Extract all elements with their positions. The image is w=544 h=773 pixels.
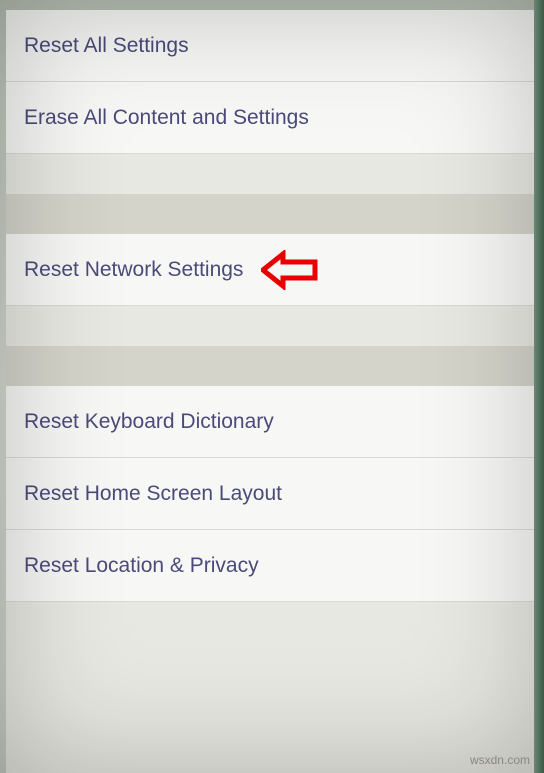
group-gap-2 [6, 346, 536, 386]
reset-keyboard-dictionary-label: Reset Keyboard Dictionary [24, 410, 274, 434]
pointer-arrow-icon [261, 250, 321, 290]
settings-reset-screen: Reset All Settings Erase All Content and… [6, 10, 536, 773]
reset-location-privacy-label: Reset Location & Privacy [24, 554, 259, 578]
reset-group-2: Reset Network Settings [6, 234, 536, 306]
reset-group-1: Reset All Settings Erase All Content and… [6, 10, 536, 154]
reset-location-privacy-item[interactable]: Reset Location & Privacy [6, 530, 536, 602]
reset-group-3: Reset Keyboard Dictionary Reset Home Scr… [6, 386, 536, 602]
erase-all-content-label: Erase All Content and Settings [24, 106, 309, 130]
group-gap-1 [6, 194, 536, 234]
reset-all-settings-label: Reset All Settings [24, 34, 189, 58]
reset-keyboard-dictionary-item[interactable]: Reset Keyboard Dictionary [6, 386, 536, 458]
watermark: wsxdn.com [470, 753, 530, 767]
phone-frame: Reset All Settings Erase All Content and… [0, 0, 544, 773]
reset-network-settings-label: Reset Network Settings [24, 258, 243, 282]
phone-edge [534, 0, 544, 773]
reset-all-settings-item[interactable]: Reset All Settings [6, 10, 536, 82]
reset-home-screen-layout-item[interactable]: Reset Home Screen Layout [6, 458, 536, 530]
erase-all-content-item[interactable]: Erase All Content and Settings [6, 82, 536, 154]
reset-home-screen-layout-label: Reset Home Screen Layout [24, 482, 282, 506]
reset-network-settings-item[interactable]: Reset Network Settings [6, 234, 536, 306]
